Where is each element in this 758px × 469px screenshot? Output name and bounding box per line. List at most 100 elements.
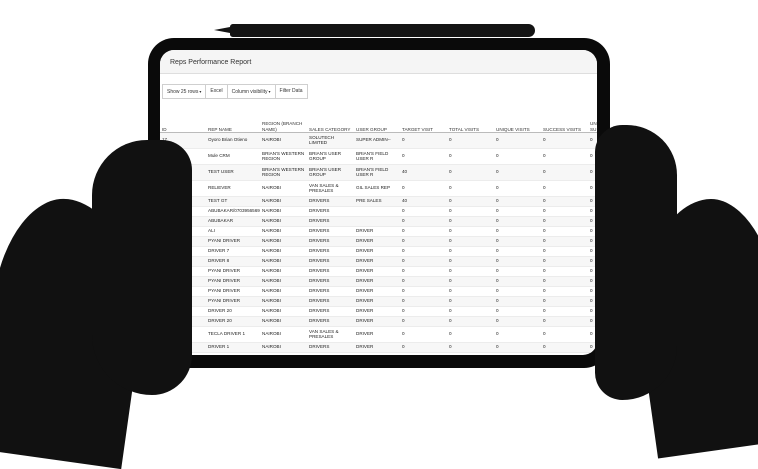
cell-unique-visits: 0: [494, 316, 541, 327]
cell-success-visits: 0: [541, 296, 588, 307]
cell-sales-category: DRIVERS: [307, 196, 354, 207]
cell-target-visit: 0: [400, 246, 447, 257]
cell-target-visit: 0: [400, 236, 447, 247]
cell-rep-name: PYANI DRIVER: [206, 276, 260, 287]
cell-success-visits: 0: [541, 342, 588, 353]
caret-down-icon: ▾: [199, 89, 202, 94]
cell-unique-visits: 0: [494, 164, 541, 181]
reps-performance-table: ID REP NAME REGION (BRANCH NAME) SALES C…: [160, 112, 597, 353]
cell-user-group: DRIVER: [354, 236, 400, 247]
cell-target-visit: 0: [400, 316, 447, 327]
table-body: 17Oyoro Brian OtienoNAIROBISOLUTECH LIMI…: [160, 132, 597, 353]
cell-success-visits: 0: [541, 148, 588, 165]
cell-total-visits: 0: [447, 256, 494, 267]
cell-rep-name: ALI: [206, 226, 260, 237]
col-header-unique-visits[interactable]: UNIQUE VISITS: [494, 112, 541, 133]
col-header-rep-name[interactable]: REP NAME: [206, 112, 260, 133]
cell-user-group: DRIVER: [354, 246, 400, 257]
cell-sales-category: DRIVERS: [307, 266, 354, 277]
show-rows-button[interactable]: Show 25 rows▾: [162, 84, 207, 99]
cell-rep-name: PYANI DRIVER: [206, 286, 260, 297]
cell-user-group: GIL SALES REP: [354, 180, 400, 197]
cell-success-visits: 0: [541, 316, 588, 327]
table-row: 48RELIEVERNAIROBIVAN SALES & PRESALESGIL…: [160, 180, 597, 197]
cell-user-group: SUPER ADMIN--: [354, 132, 400, 149]
table-row: 123PYANI DRIVERNAIROBIDRIVERSDRIVER00000: [160, 276, 597, 287]
col-header-region[interactable]: REGION (BRANCH NAME): [260, 112, 307, 133]
cell-rep-name: PYANI DRIVER: [206, 266, 260, 277]
cell-user-group: DRIVER: [354, 342, 400, 353]
cell-total-visits: 0: [447, 246, 494, 257]
cell-rep-name: DRIVER 20: [206, 316, 260, 327]
cell-unique-visits: 0: [494, 256, 541, 267]
table-row: 131DRIVER 1NAIROBIDRIVERSDRIVER00000: [160, 342, 597, 353]
cell-target-visit: 0: [400, 132, 447, 149]
cell-region: NAIROBI: [260, 316, 307, 327]
cell-unique-visits: 0: [494, 276, 541, 287]
cell-sales-category: DRIVERS: [307, 256, 354, 267]
cell-success-visits: 0: [541, 132, 588, 149]
cell-unique-visits: 0: [494, 306, 541, 317]
column-visibility-label: Column visibility: [231, 89, 268, 95]
cell-sales-category: DRIVERS: [307, 246, 354, 257]
cell-total-visits: 0: [447, 226, 494, 237]
cell-sales-category: BRIAN'S USER GROUP: [307, 148, 354, 165]
cell-sales-category: DRIVERS: [307, 216, 354, 227]
cell-rep-name: Oyoro Brian Otieno: [206, 132, 260, 149]
cell-region: NAIROBI: [260, 342, 307, 353]
cell-total-visits: 0: [447, 132, 494, 149]
col-header-success-visits[interactable]: SUCCESS VISITS: [541, 112, 588, 133]
cell-user-group: DRIVER: [354, 296, 400, 307]
cell-target-visit: 0: [400, 226, 447, 237]
col-header-total-visits[interactable]: TOTAL VISITS: [447, 112, 494, 133]
cell-total-visits: 0: [447, 276, 494, 287]
cell-unique-visits: 0: [494, 216, 541, 227]
cell-rep-name: RELIEVER: [206, 180, 260, 197]
table-row: 125PYANI DRIVERNAIROBIDRIVERSDRIVER00000: [160, 296, 597, 307]
col-header-sales-category[interactable]: SALES CATEGORY: [307, 112, 354, 133]
column-visibility-button[interactable]: Column visibility▾: [226, 84, 276, 99]
cell-target-visit: 0: [400, 206, 447, 217]
cell-region: NAIROBI: [260, 296, 307, 307]
cell-target-visit: 0: [400, 326, 447, 343]
filter-data-button[interactable]: Filter Data: [274, 84, 308, 99]
cell-success-visits: 0: [541, 286, 588, 297]
cell-total-visits: 0: [447, 206, 494, 217]
cell-total-visits: 0: [447, 342, 494, 353]
col-header-target-visit[interactable]: TARGET VISIT: [400, 112, 447, 133]
cell-target-visit: 0: [400, 216, 447, 227]
cell-unique-visits: 0: [494, 266, 541, 277]
cell-sales-category: DRIVERS: [307, 306, 354, 317]
cell-rep-name: TEST USER: [206, 164, 260, 181]
cell-success-visits: 0: [541, 276, 588, 287]
cell-sales-category: DRIVERS: [307, 226, 354, 237]
cell-success-visits: 0: [541, 256, 588, 267]
cell-region: NAIROBI: [260, 326, 307, 343]
cell-target-visit: 0: [400, 256, 447, 267]
col-header-user-group[interactable]: USER GROUP: [354, 112, 400, 133]
cell-sales-category: VAN SALES & PRESALES: [307, 326, 354, 343]
show-rows-label: Show 25 rows: [167, 89, 199, 95]
col-header-id[interactable]: ID: [160, 112, 206, 133]
cell-region: NAIROBI: [260, 236, 307, 247]
table-row: 129TECLA DRIVER 1NAIROBIVAN SALES & PRES…: [160, 326, 597, 343]
cell-total-visits: 0: [447, 296, 494, 307]
cell-success-visits: 0: [541, 226, 588, 237]
table-row: 127DRIVER 20NAIROBIDRIVERSDRIVER00000: [160, 316, 597, 327]
cell-rep-name: ABUBAKAR/0703956569: [206, 206, 260, 217]
cell-user-group: DRIVER: [354, 326, 400, 343]
table-row: 28TEST USERBRIAN'S WESTERN REGIONBRIAN'S…: [160, 164, 597, 181]
cell-region: NAIROBI: [260, 216, 307, 227]
cell-success-visits: 0: [541, 180, 588, 197]
cell-target-visit: 40: [400, 164, 447, 181]
cell-target-visit: 40: [400, 196, 447, 207]
cell-rep-name: TECLA DRIVER 1: [206, 326, 260, 343]
table-row: 119PYANI DRIVERNAIROBIDRIVERSDRIVER00000: [160, 236, 597, 247]
excel-button[interactable]: Excel: [205, 84, 228, 99]
cell-total-visits: 0: [447, 306, 494, 317]
cell-user-group: DRIVER: [354, 266, 400, 277]
cell-user-group: DRIVER: [354, 286, 400, 297]
cell-rep-name: DRIVER 1: [206, 342, 260, 353]
col-header-truncated[interactable]: UN SU: [588, 112, 597, 133]
cell-region: NAIROBI: [260, 206, 307, 217]
